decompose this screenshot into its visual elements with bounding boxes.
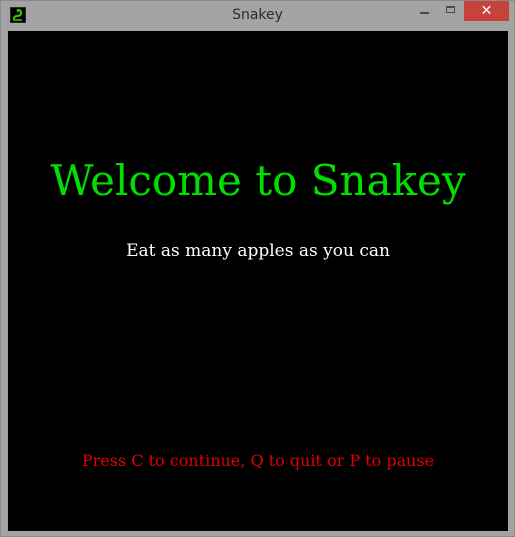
minimize-icon [420,12,429,14]
maximize-icon [446,6,455,13]
minimize-button[interactable] [411,1,437,21]
subtitle-text: Eat as many apples as you can [126,241,390,261]
title-bar[interactable]: Snakey ✕ [1,1,514,31]
maximize-button[interactable] [438,1,464,21]
welcome-heading: Welcome to Snakey [50,156,466,205]
game-canvas[interactable]: Welcome to Snakey Eat as many apples as … [8,31,508,531]
game-window: Snakey ✕ Welcome to Snakey Eat as many a… [0,0,515,537]
controls-instructions: Press C to continue, Q to quit or P to p… [81,451,435,470]
close-icon: ✕ [480,3,493,19]
close-button[interactable]: ✕ [464,1,509,21]
